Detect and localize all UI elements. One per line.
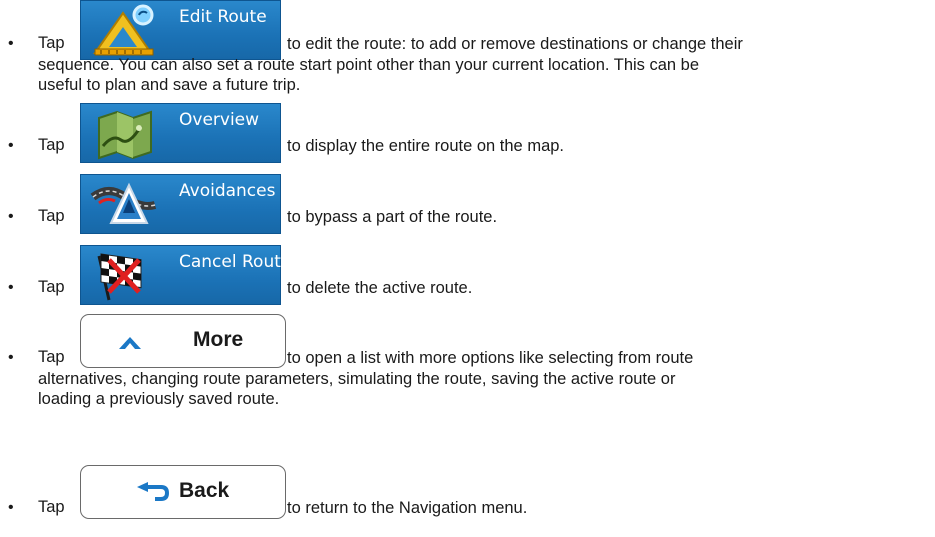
avoidances-button[interactable]: Avoidances — [80, 174, 281, 234]
description-continued-1: alternatives, changing route parameters,… — [38, 370, 676, 388]
map-overview-icon — [98, 110, 152, 160]
button-label: Cancel Route — [179, 252, 292, 272]
bullet: • — [8, 279, 14, 296]
tap-text: Tap — [38, 136, 65, 154]
chevron-up-icon — [119, 337, 141, 349]
tap-text: Tap — [38, 498, 65, 516]
description: to open a list with more options like se… — [287, 349, 694, 367]
description: to return to the Navigation menu. — [287, 499, 528, 517]
back-button[interactable]: Back — [80, 465, 286, 519]
overview-button[interactable]: Overview — [80, 103, 281, 163]
description: to bypass a part of the route. — [287, 208, 498, 226]
edit-route-icon — [93, 4, 154, 56]
button-label: Edit Route — [179, 7, 267, 27]
description: to display the entire route on the map. — [287, 137, 565, 155]
bullet: • — [8, 208, 14, 225]
description-continued-2: loading a previously saved route. — [38, 390, 280, 408]
edit-route-button[interactable]: Edit Route — [80, 0, 281, 60]
cancel-route-button[interactable]: Cancel Route — [80, 245, 291, 305]
bullet: • — [8, 35, 14, 52]
bullet: • — [8, 137, 14, 154]
checkered-flag-icon — [97, 253, 142, 301]
description: to delete the active route. — [287, 279, 473, 297]
description: to edit the route: to add or remove dest… — [287, 35, 743, 53]
back-arrow-icon — [137, 482, 169, 501]
more-button[interactable]: More — [80, 314, 286, 368]
button-label: Back — [179, 479, 230, 502]
bullet: • — [8, 499, 14, 516]
tap-text: Tap — [38, 34, 65, 52]
bullet: • — [8, 349, 14, 366]
button-label: Avoidances — [179, 181, 276, 201]
button-label: More — [193, 328, 244, 351]
tap-text: Tap — [38, 207, 65, 225]
tap-text: Tap — [38, 348, 65, 366]
tap-text: Tap — [38, 278, 65, 296]
description-continued-2: useful to plan and save a future trip. — [38, 76, 301, 94]
button-label: Overview — [179, 110, 260, 130]
avoidances-icon — [90, 182, 157, 224]
description-continued-1: sequence. You can also set a route start… — [38, 56, 700, 74]
